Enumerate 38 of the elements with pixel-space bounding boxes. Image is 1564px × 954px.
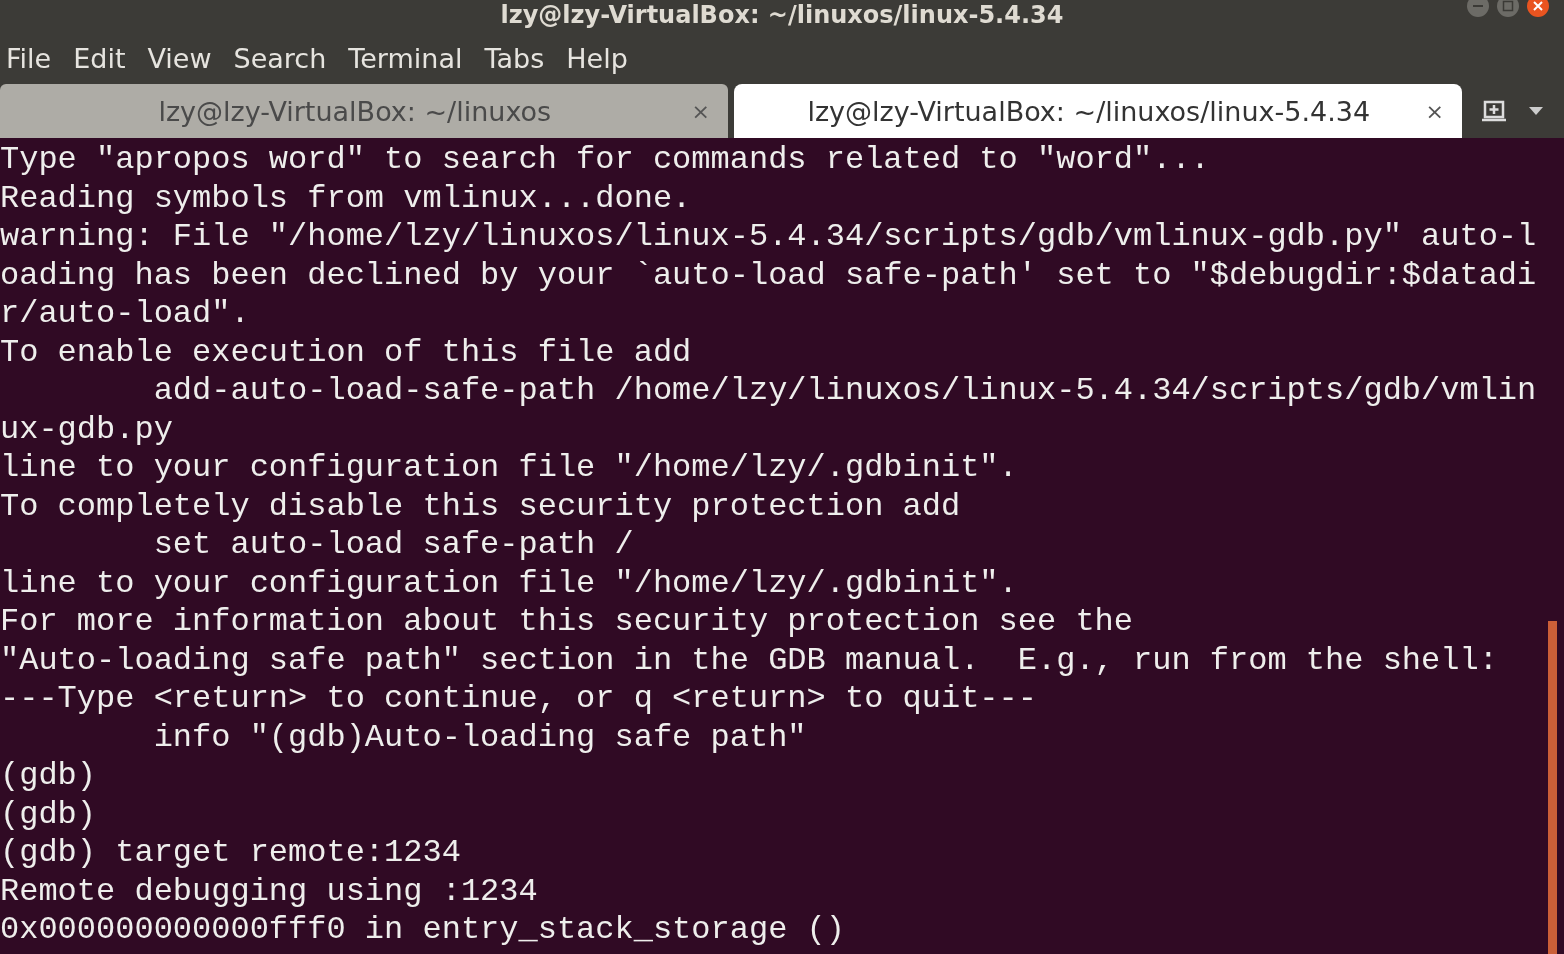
terminal-line: (gdb) bbox=[0, 795, 97, 834]
terminal-line: For more information about this security protection see the bbox=[0, 603, 1134, 642]
terminal-line: 0x000000000000fff0 in entry_stack_storage () bbox=[0, 911, 846, 950]
new-tab-icon[interactable] bbox=[1480, 99, 1508, 123]
menu-item[interactable]: Help bbox=[566, 42, 628, 74]
terminal-line: Remote debugging using :1234 bbox=[0, 872, 539, 911]
terminal-line: Reading symbols from vmlinux...done. bbox=[0, 179, 693, 218]
terminal-line: oading has been declined by your `auto-load safe-path' set to "$debugdir:$datadi bbox=[0, 256, 1538, 295]
menu-item[interactable]: File bbox=[6, 42, 52, 74]
menu-item[interactable]: Search bbox=[233, 42, 327, 74]
terminal-line: "Auto-loading safe path" section in the GDB manual. E.g., run from the shell: bbox=[0, 641, 1499, 680]
menu-item[interactable]: Tabs bbox=[484, 42, 545, 74]
terminal-line: set auto-load safe-path / bbox=[152, 526, 635, 565]
terminal-line: To completely disable this security protection add bbox=[0, 487, 962, 526]
tab-label: lzy@lzy-VirtualBox: ~/linuxos/linux-5.4.34 bbox=[806, 95, 1372, 127]
terminal-line: To enable execution of this file add bbox=[0, 333, 693, 372]
terminal-line: ---Type <return> to continue, or q <return> to quit--- bbox=[0, 680, 1038, 719]
menu-item[interactable]: View bbox=[147, 42, 212, 74]
tab-label: lzy@lzy-VirtualBox: ~/linuxos bbox=[157, 95, 553, 127]
menu-item[interactable]: Edit bbox=[73, 42, 126, 74]
terminal-line: r/auto-load". bbox=[0, 295, 251, 334]
terminal-line: add-auto-load-safe-path /home/lzy/linuxos/linux-5.4.34/scripts/gdb/vmlin bbox=[152, 372, 1538, 411]
terminal-line: Type "apropos word" to search for commands related to "word"... bbox=[0, 141, 1211, 180]
terminal-line: line to your configuration file "/home/lzy/.gdbinit". bbox=[0, 564, 1019, 603]
terminal-line: (gdb) target remote:1234 bbox=[0, 834, 462, 873]
tab-close-button[interactable]: × bbox=[1425, 98, 1444, 124]
terminal-tab[interactable]: lzy@lzy-VirtualBox: ~/linuxos × bbox=[0, 84, 728, 138]
terminal-line: line to your configuration file "/home/lzy/.gdbinit". bbox=[0, 449, 1019, 488]
terminal-line: info "(gdb)Auto-loading safe path" bbox=[152, 718, 808, 757]
terminal-tab[interactable]: lzy@lzy-VirtualBox: ~/linuxos/linux-5.4.34 × bbox=[734, 84, 1462, 138]
caret-icon[interactable] bbox=[1528, 106, 1544, 116]
terminal-line: ux-gdb.py bbox=[0, 410, 174, 449]
close-icon[interactable] bbox=[1526, 0, 1550, 18]
terminal-line: warning: File "/home/lzy/linuxos/linux-5.4.34/scripts/gdb/vmlinux-gdb.py" auto-l bbox=[0, 218, 1538, 257]
window-title: lzy@lzy-VirtualBox: ~/linuxos/linux-5.4.34 bbox=[500, 1, 1064, 29]
scrollbar-thumb[interactable] bbox=[1548, 621, 1557, 954]
menu-item[interactable]: Terminal bbox=[348, 42, 463, 74]
terminal-line: (gdb) bbox=[0, 757, 97, 796]
